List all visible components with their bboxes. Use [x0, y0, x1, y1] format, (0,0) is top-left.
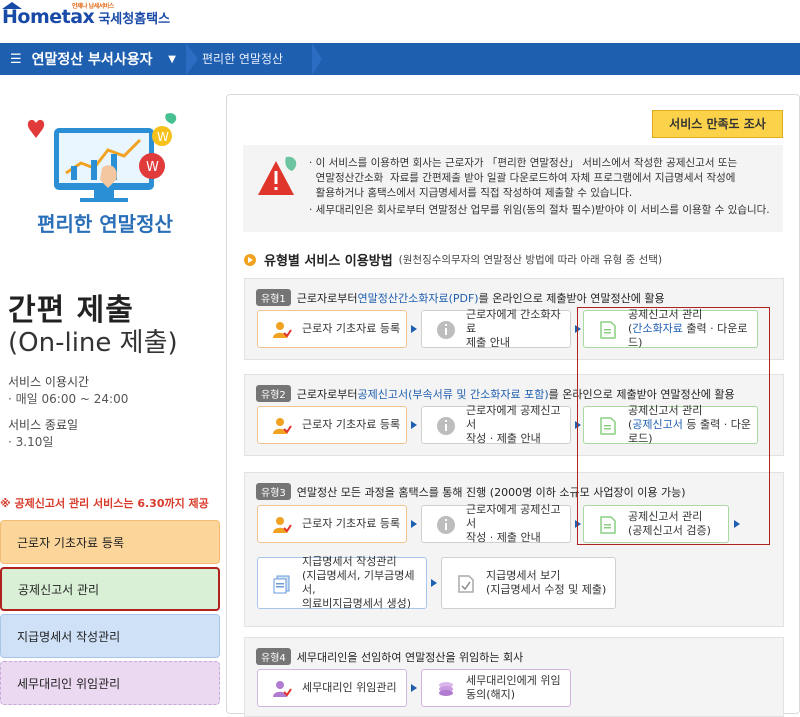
card-label: 근로자에게 공제신고서 [466, 503, 561, 530]
service-end-label: 서비스 종료일 [8, 418, 79, 432]
card-label: 근로자 기초자료 등록 [302, 322, 401, 335]
warning-icon [258, 156, 297, 195]
documents-icon [273, 575, 290, 594]
menu-dropdown[interactable]: ☰ 연말정산 부서사용자 ▼ [0, 43, 186, 75]
survey-button[interactable]: 서비스 만족도 조사 [652, 110, 783, 138]
card-label: 근로자에게 간소화자료 [466, 308, 561, 335]
arrow-right-icon [431, 579, 437, 587]
card-submit-guide[interactable]: 근로자에게 공제신고서 작성 · 제출 안내 [421, 503, 571, 544]
card-employee-register[interactable]: 근로자 기초자료 등록 [257, 505, 407, 543]
card-statement-view[interactable]: 지급명세서 보기 (지급명세서 수정 및 제출) [441, 557, 616, 609]
type-desc: 근로자로부터 [296, 291, 358, 305]
card-tax-agent-manage[interactable]: 세무대리인 위임관리 [257, 669, 407, 707]
card-label: 지급명세서 작성관리 [302, 555, 397, 568]
user-check-icon [273, 418, 292, 434]
user-check-icon [273, 681, 292, 697]
svg-text:W: W [146, 160, 159, 175]
highlight-rectangle [577, 307, 770, 545]
card-tax-agent-consent[interactable]: 세무대리인에게 위임 동의(해지) [421, 669, 571, 707]
section-subtitle: (원천징수의무자의 연말정산 방법에 따라 아래 유형 중 선택) [398, 254, 663, 266]
warning-line: · 세무대리인은 회사로부터 연말정산 업무를 위임(동의 절차 필수)받아야 … [309, 204, 770, 216]
card-label: 세무대리인에게 위임 [466, 674, 561, 687]
logo-tagline: 언제나 납세서비스 [72, 3, 114, 10]
card-label: (지급명세서 수정 및 제출) [486, 583, 607, 596]
warning-line: · 이 서비스를 이용하면 회사는 근로자가 「편리한 연말정산」 서비스에서 … [309, 157, 738, 169]
service-time-value: · 매일 06:00 ~ 24:00 [8, 392, 129, 406]
warning-text: · 이 서비스를 이용하면 회사는 근로자가 「편리한 연말정산」 서비스에서 … [309, 156, 779, 218]
breadcrumb[interactable]: 편리한 연말정산 [202, 43, 283, 75]
info-icon [437, 417, 455, 435]
coins-icon [439, 682, 453, 696]
arrow-right-icon [411, 325, 417, 333]
type-desc-highlight: 공제신고서(부속서류 및 간소화자료 포함) [357, 387, 549, 401]
info-icon [437, 321, 455, 339]
card-employee-register[interactable]: 근로자 기초자료 등록 [257, 310, 407, 348]
card-label: 동의(해지) [466, 688, 516, 701]
card-submit-guide[interactable]: 근로자에게 간소화자료 제출 안내 [421, 308, 571, 349]
type4-label: 유형4 세무대리인을 선임하여 연말정산을 위임하는 회사 [256, 648, 523, 665]
card-label: 작성 · 제출 안내 [466, 432, 541, 445]
user-check-icon [273, 517, 292, 533]
service-end-value: · 3.10일 [8, 435, 54, 449]
card-label: 근로자 기초자료 등록 [302, 418, 401, 431]
type-desc: 세무대리인을 선임하여 연말정산을 위임하는 회사 [296, 650, 524, 664]
bullet-play-icon [244, 253, 256, 266]
monitor-chart-illustration: W W [27, 113, 177, 202]
card-label: 제출 안내 [466, 336, 510, 349]
type-badge: 유형4 [256, 648, 291, 665]
type-desc-highlight: 연말정산간소화자료(PDF) [357, 291, 479, 305]
arrow-right-icon [411, 421, 417, 429]
card-label: 세무대리인 위임관리 [302, 681, 397, 694]
card-payment-statement[interactable]: 지급명세서 작성관리 (지급명세서, 기부금명세서, 의료비지급명세서 생성) [257, 555, 427, 610]
warning-line: 활용하거나 홈택스에서 지급명세서를 직접 작성하여 제출할 수 있습니다. [309, 187, 633, 199]
document-edit-icon [458, 575, 474, 593]
section-heading: 유형별 서비스 이용방법 (원천징수의무자의 연말정산 방법에 따라 아래 유형… [244, 250, 662, 269]
card-label: 근로자에게 공제신고서 [466, 404, 561, 431]
service-time-label: 서비스 이용시간 [8, 375, 90, 389]
house-roof-icon [2, 2, 22, 9]
hero-title: 편리한 연말정산 [37, 212, 173, 236]
sidebar-button-employee-register[interactable]: 근로자 기초자료 등록 [0, 520, 220, 564]
svg-text:W: W [157, 130, 169, 144]
card-label: 지급명세서 보기 [486, 569, 561, 582]
warning-line: 연말정산간소화 자료를 간편제출 받아 일괄 다운로드하여 자체 프로그램에서 … [309, 172, 736, 184]
type-desc: 근로자로부터 [296, 387, 358, 401]
arrow-right-icon [411, 520, 417, 528]
section-title: 유형별 서비스 이용방법 [264, 254, 393, 269]
notice-text: ※ 공제신고서 관리 서비스는 6.30까지 제공 [0, 497, 209, 510]
breadcrumb-separator [312, 43, 322, 75]
arrow-right-icon [411, 684, 417, 692]
card-employee-register[interactable]: 근로자 기초자료 등록 [257, 406, 407, 444]
card-label: 의료비지급명세서 생성) [302, 597, 411, 610]
sidebar-button-deduction-manage[interactable]: 공제신고서 관리 [0, 567, 220, 611]
type-badge: 유형2 [256, 385, 291, 402]
hamburger-icon: ☰ [10, 51, 22, 67]
logo-subtitle: 국세청홈택스 [98, 12, 171, 27]
menu-label: 연말정산 부서사용자 [31, 52, 153, 68]
breadcrumb-separator [186, 43, 198, 75]
card-label: 작성 · 제출 안내 [466, 531, 541, 544]
info-icon [437, 516, 455, 534]
sidebar-button-tax-agent[interactable]: 세무대리인 위임관리 [0, 661, 220, 705]
nav-bar: ☰ 연말정산 부서사용자 ▼ 편리한 연말정산 [0, 43, 800, 75]
top-header: Hometax 언제나 납세서비스 국세청홈택스 [0, 0, 800, 44]
card-submit-guide[interactable]: 근로자에게 공제신고서 작성 · 제출 안내 [421, 404, 571, 445]
card-label: (지급명세서, 기부금명세서, [302, 569, 415, 596]
user-check-icon [273, 322, 292, 338]
page-subtitle: (On-line 제출) [8, 328, 178, 358]
hometax-logo[interactable]: Hometax 언제나 납세서비스 국세청홈택스 [2, 2, 171, 28]
sidebar-button-payment-statement[interactable]: 지급명세서 작성관리 [0, 614, 220, 658]
type-badge: 유형1 [256, 289, 291, 306]
type-desc: 를 온라인으로 제출받아 연말정산에 활용 [478, 291, 665, 305]
card-label: 근로자 기초자료 등록 [302, 517, 401, 530]
type1-label: 유형1 근로자로부터 연말정산간소화자료(PDF) 를 온라인으로 제출받아 연말… [256, 289, 665, 306]
type-badge: 유형3 [256, 483, 291, 500]
caret-down-icon: ▼ [168, 53, 176, 65]
